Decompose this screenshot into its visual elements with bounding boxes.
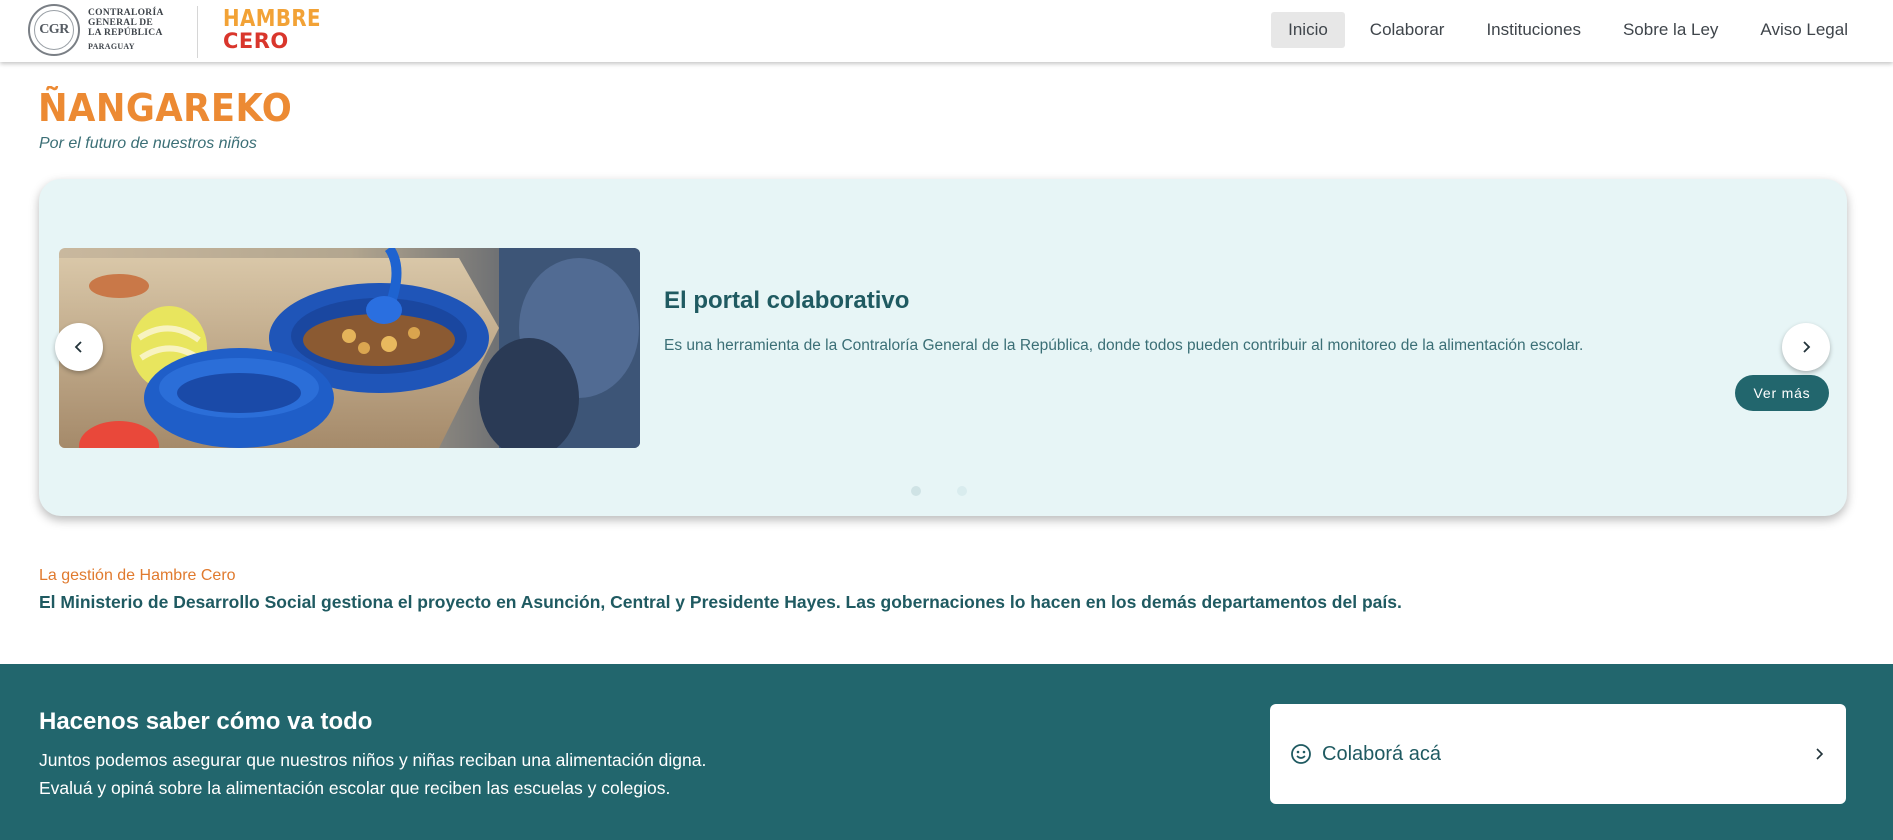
cta-band-line-2: Evaluá y opiná sobre la alimentación esc… — [39, 778, 671, 798]
hambre-logo-line: HAMBRE — [223, 6, 321, 32]
chevron-right-icon — [1803, 341, 1811, 353]
gestion-text: El Ministerio de Desarrollo Social gesti… — [39, 592, 1402, 612]
cta-band-line-1: Juntos podemos asegurar que nuestros niñ… — [39, 750, 707, 770]
cta-band: Hacenos saber cómo va todo Juntos podemo… — [0, 664, 1893, 840]
smile-icon — [1291, 744, 1311, 764]
nav-item-aviso-legal[interactable]: Aviso Legal — [1743, 12, 1865, 48]
colabora-aca-label: Colaborá acá — [1322, 742, 1441, 765]
cgr-line-1: CONTRALORÍA — [88, 8, 164, 18]
cgr-logo-text: CONTRALORÍA GENERAL DE LA REPÚBLICA PARA… — [88, 8, 164, 52]
cgr-country: PARAGUAY — [88, 42, 135, 51]
hero-carousel: El portal colaborativo Es una herramient… — [39, 179, 1847, 516]
hambre-cero-logo[interactable]: HAMBRE CERO — [223, 6, 337, 53]
cgr-line-2: GENERAL DE — [88, 18, 154, 28]
cgr-logo[interactable]: CGR CONTRALORÍA GENERAL DE LA REPÚBLICA … — [28, 4, 164, 56]
school-meal-photo — [59, 248, 640, 448]
slide-description: Es una herramienta de la Contraloría Gen… — [664, 337, 1584, 354]
chevron-left-icon — [74, 341, 82, 353]
site-header: CGR CONTRALORÍA GENERAL DE LA REPÚBLICA … — [0, 0, 1893, 62]
nav-item-inicio[interactable]: Inicio — [1271, 12, 1345, 48]
nav-item-sobre-la-ley[interactable]: Sobre la Ley — [1606, 12, 1735, 48]
nav-item-colaborar[interactable]: Colaborar — [1353, 12, 1462, 48]
carousel-indicators — [911, 486, 967, 496]
carousel-next-button[interactable] — [1782, 323, 1830, 371]
carousel-dot-2[interactable] — [957, 486, 967, 496]
logo-divider — [197, 6, 198, 58]
carousel-dot-1[interactable] — [911, 486, 921, 496]
cgr-seal-icon: CGR — [28, 4, 80, 56]
chevron-right-icon — [1816, 748, 1824, 760]
main-nav: Inicio Colaborar Instituciones Sobre la … — [1271, 12, 1865, 48]
brand-subtitle: Por el futuro de nuestros niños — [39, 135, 257, 152]
cero-logo-line: CERO — [223, 29, 289, 53]
seal-text: CGR — [39, 22, 69, 37]
cta-band-title: Hacenos saber cómo va todo — [39, 708, 373, 735]
slide-image — [59, 248, 640, 448]
nav-item-instituciones[interactable]: Instituciones — [1469, 12, 1598, 48]
ver-mas-button[interactable]: Ver más — [1735, 375, 1829, 411]
cgr-line-3: LA REPÚBLICA — [88, 28, 163, 38]
colabora-aca-button[interactable]: Colaborá acá — [1270, 704, 1846, 804]
brand-title: ÑANGAREKO — [38, 86, 293, 130]
slide-title: El portal colaborativo — [664, 287, 910, 314]
carousel-prev-button[interactable] — [55, 323, 103, 371]
gestion-label: La gestión de Hambre Cero — [39, 567, 236, 584]
